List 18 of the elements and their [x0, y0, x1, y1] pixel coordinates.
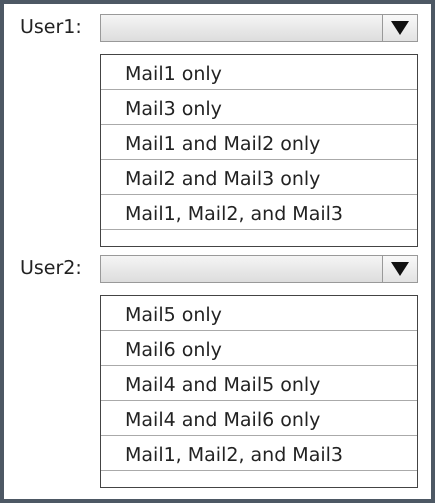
dropdown-button[interactable] [382, 15, 417, 41]
question-label: User2: [20, 256, 83, 281]
dropdown-option[interactable]: Mail1 only [101, 55, 417, 90]
dropdown-field[interactable] [100, 255, 418, 283]
dropdown-option[interactable]: Mail6 only [101, 331, 417, 366]
dropdown-option[interactable]: Mail2 and Mail3 only [101, 160, 417, 195]
dropdown-option[interactable]: Mail1 and Mail2 only [101, 125, 417, 160]
dropdown-option[interactable]: Mail4 and Mail5 only [101, 366, 417, 401]
caret-icon [391, 21, 409, 35]
caret-icon [391, 262, 409, 276]
dropdown-option[interactable]: Mail4 and Mail6 only [101, 401, 417, 436]
dropdown-option[interactable]: Mail3 only [101, 90, 417, 125]
dropdown-button[interactable] [382, 256, 417, 282]
dropdown-option[interactable]: Mail1, Mail2, and Mail3 [101, 195, 417, 230]
dropdown-field[interactable] [100, 14, 418, 42]
dropdown-option[interactable]: Mail1, Mail2, and Mail3 [101, 436, 417, 471]
dropdown-option[interactable]: Mail5 only [101, 296, 417, 331]
question-label: User1: [20, 15, 83, 40]
